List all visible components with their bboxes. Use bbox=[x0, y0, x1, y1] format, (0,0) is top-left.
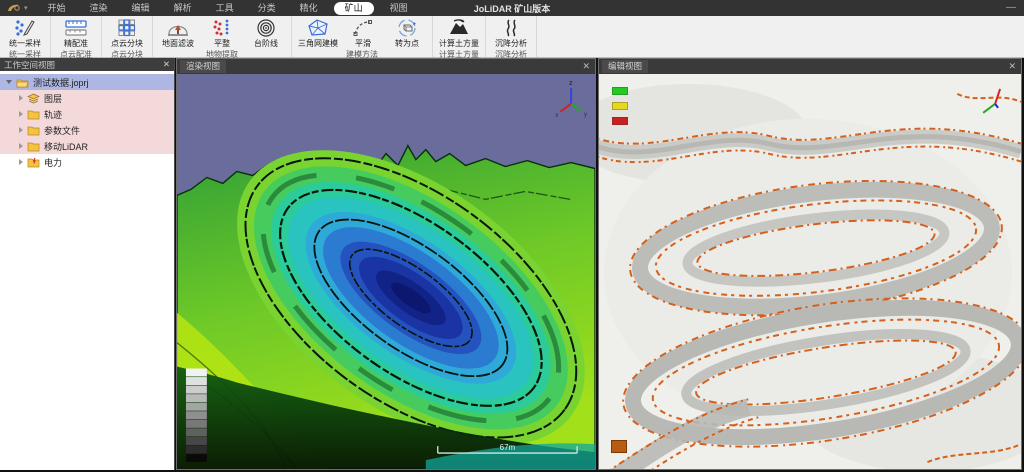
menu-item-start[interactable]: 开始 bbox=[36, 0, 78, 16]
class-legend bbox=[612, 87, 628, 125]
menu-item-mine[interactable]: 矿山 bbox=[334, 2, 374, 15]
workspace-panel-title: 工作空间视图 bbox=[4, 59, 55, 71]
ribbon-toolbar: 统一采样 统一采样 精配准 点云配准 bbox=[0, 16, 1024, 58]
menu-item-view[interactable]: 视图 bbox=[378, 0, 420, 16]
smooth-icon bbox=[352, 17, 374, 38]
tree-item-label: 图层 bbox=[44, 92, 62, 105]
expand-arrow-icon[interactable] bbox=[19, 159, 23, 165]
render-viewport-header: 渲染视图 ✕ bbox=[177, 59, 595, 74]
workspace-close-button[interactable]: ✕ bbox=[163, 59, 170, 70]
tiling-button[interactable]: 点云分块 bbox=[106, 17, 148, 49]
tree-item-label: 测试数据.joprj bbox=[33, 76, 89, 89]
render-viewport-close-button[interactable]: ✕ bbox=[580, 60, 592, 73]
expand-arrow-icon[interactable] bbox=[19, 111, 23, 117]
legend-swatch-yellow bbox=[612, 102, 628, 110]
tree-item-trajectory[interactable]: 轨迹 bbox=[0, 106, 174, 122]
to-points-button[interactable]: 转为点 bbox=[386, 17, 428, 49]
edit-viewport-tab[interactable]: 编辑视图 bbox=[602, 60, 648, 73]
earthwork-button[interactable]: 计算土方量 bbox=[437, 17, 481, 49]
ribbon-group-tiling: 点云分块 点云分块 bbox=[102, 16, 153, 57]
app-logo-icon[interactable] bbox=[6, 2, 22, 14]
selection-marker bbox=[611, 440, 627, 453]
ribbon-group-feature-extraction: 地面滤波 平整 bbox=[153, 16, 292, 57]
tiling-icon bbox=[116, 17, 138, 38]
to-points-icon bbox=[396, 17, 418, 38]
tin-model-icon bbox=[305, 17, 331, 38]
render-viewport: 渲染视图 ✕ bbox=[176, 58, 596, 470]
tree-item-parameter-files[interactable]: 参数文件 bbox=[0, 122, 174, 138]
workspace-panel-header: 工作空间视图 ✕ bbox=[0, 58, 174, 71]
legend-swatch-green bbox=[612, 87, 628, 95]
hillshade-scene bbox=[599, 74, 1021, 469]
tree-item-label: 参数文件 bbox=[44, 124, 80, 137]
ribbon-group-registration: 精配准 点云配准 bbox=[51, 16, 102, 57]
resample-icon bbox=[13, 17, 37, 38]
edit-viewport-close-button[interactable]: ✕ bbox=[1006, 60, 1018, 73]
edit-viewport-canvas[interactable] bbox=[599, 74, 1021, 469]
tree-item-layers[interactable]: 图层 bbox=[0, 90, 174, 106]
folder-electric-icon bbox=[27, 157, 40, 168]
settlement-icon bbox=[501, 17, 521, 38]
menu-bar: 开始 渲染 编辑 解析 工具 分类 精化 矿山 视图 bbox=[36, 0, 420, 16]
svg-text:67m: 67m bbox=[500, 443, 516, 452]
flatten-button[interactable]: 平整 bbox=[201, 17, 243, 49]
tree-item-label: 移动LiDAR bbox=[44, 140, 88, 153]
bench-line-button[interactable]: 台阶线 bbox=[245, 17, 287, 49]
expand-arrow-icon[interactable] bbox=[19, 143, 23, 149]
folder-open-icon bbox=[16, 77, 29, 88]
ribbon-group-modeling: 三角网建模 平滑 bbox=[292, 16, 433, 57]
fine-registration-button[interactable]: 精配准 bbox=[55, 17, 97, 49]
earthwork-icon bbox=[446, 17, 472, 38]
flatten-icon bbox=[211, 17, 233, 38]
render-viewport-canvas[interactable]: 67m z x y bbox=[177, 74, 595, 469]
ribbon-group-settlement: 沉降分析 沉降分析 bbox=[486, 16, 537, 57]
tree-item-label: 电力 bbox=[44, 156, 62, 169]
edit-viewport-header: 编辑视图 ✕ bbox=[599, 59, 1021, 74]
tree-item-label: 轨迹 bbox=[44, 108, 62, 121]
tree-item-power[interactable]: 电力 bbox=[0, 154, 174, 170]
elevation-legend bbox=[186, 369, 207, 463]
expand-arrow-icon[interactable] bbox=[19, 95, 23, 101]
project-tree: 测试数据.joprj 图层 轨迹 参数文件 bbox=[0, 71, 174, 170]
svg-text:y: y bbox=[584, 112, 587, 118]
menu-item-render[interactable]: 渲染 bbox=[78, 0, 120, 16]
svg-text:z: z bbox=[569, 80, 573, 87]
svg-text:x: x bbox=[555, 113, 558, 119]
ground-filter-button[interactable]: 地面滤波 bbox=[157, 17, 199, 49]
tree-item-project-root[interactable]: 测试数据.joprj bbox=[0, 74, 174, 90]
minimize-button[interactable]: — bbox=[1006, 0, 1016, 16]
legend-swatch-red bbox=[612, 117, 628, 125]
bench-line-icon bbox=[256, 17, 276, 38]
workspace-panel: 工作空间视图 ✕ 测试数据.joprj 图层 轨迹 bbox=[0, 58, 175, 470]
titlebar: ▾ 开始 渲染 编辑 解析 工具 分类 精化 矿山 视图 JoLiDAR 矿山版… bbox=[0, 0, 1024, 16]
settlement-analysis-button[interactable]: 沉降分析 bbox=[490, 17, 532, 49]
folder-icon bbox=[27, 109, 40, 120]
render-viewport-tab[interactable]: 渲染视图 bbox=[180, 60, 226, 73]
terrain-3d-scene: 67m z x y bbox=[177, 74, 595, 469]
resample-button[interactable]: 统一采样 bbox=[4, 17, 46, 49]
smooth-button[interactable]: 平滑 bbox=[342, 17, 384, 49]
tree-item-mobile-lidar[interactable]: 移动LiDAR bbox=[0, 138, 174, 154]
folder-icon bbox=[27, 125, 40, 136]
ground-filter-icon bbox=[166, 17, 190, 38]
caret-down-icon[interactable]: ▾ bbox=[24, 4, 28, 12]
menu-item-edit[interactable]: 编辑 bbox=[120, 0, 162, 16]
menu-item-classify[interactable]: 分类 bbox=[246, 0, 288, 16]
ribbon-group-earthwork: 计算土方量 计算土方量 bbox=[433, 16, 486, 57]
expand-arrow-icon[interactable] bbox=[19, 127, 23, 133]
menu-item-analyze[interactable]: 解析 bbox=[162, 0, 204, 16]
window-title: JoLiDAR 矿山版本 bbox=[474, 2, 551, 15]
tin-model-button[interactable]: 三角网建模 bbox=[296, 17, 340, 49]
expand-arrow-icon[interactable] bbox=[6, 80, 12, 84]
ribbon-group-resample: 统一采样 统一采样 bbox=[0, 16, 51, 57]
layers-icon bbox=[27, 93, 40, 104]
menu-item-refine[interactable]: 精化 bbox=[288, 0, 330, 16]
edit-viewport: 编辑视图 ✕ bbox=[598, 58, 1022, 470]
menu-item-tools[interactable]: 工具 bbox=[204, 0, 246, 16]
folder-icon bbox=[27, 141, 40, 152]
registration-icon bbox=[63, 17, 89, 38]
